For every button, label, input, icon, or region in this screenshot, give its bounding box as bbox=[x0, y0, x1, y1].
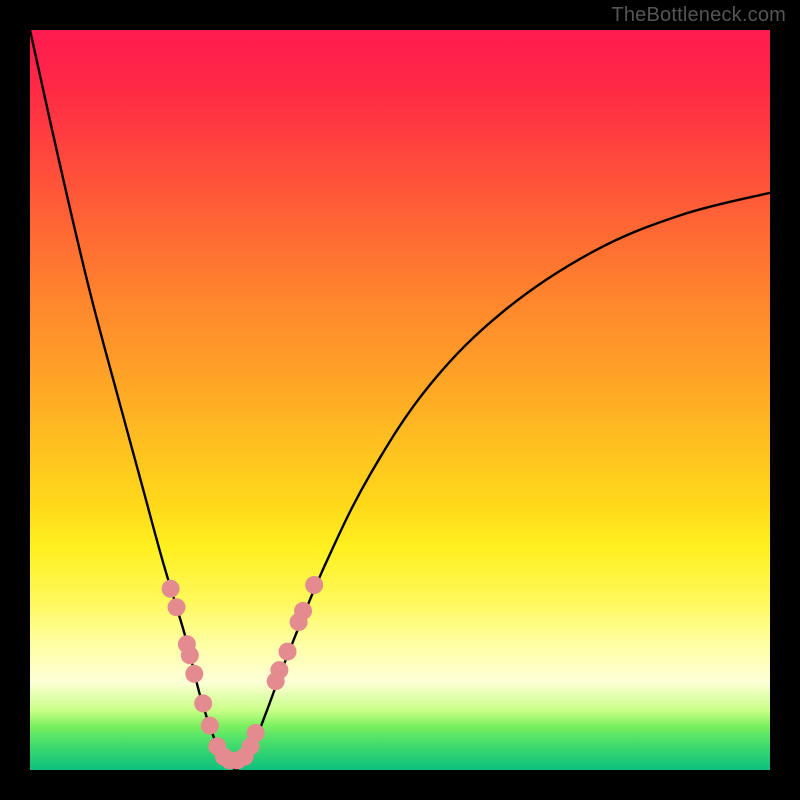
marker-point bbox=[270, 661, 288, 679]
chart-container: TheBottleneck.com bbox=[0, 0, 800, 800]
marker-point bbox=[185, 665, 203, 683]
marker-point bbox=[168, 598, 186, 616]
marker-point bbox=[305, 576, 323, 594]
marker-point bbox=[201, 717, 219, 735]
marker-point bbox=[194, 694, 212, 712]
plot-area bbox=[30, 30, 770, 770]
marker-point bbox=[162, 580, 180, 598]
curve-right-curve bbox=[237, 193, 770, 770]
chart-overlay bbox=[30, 30, 770, 770]
watermark-text: TheBottleneck.com bbox=[611, 4, 786, 27]
marker-point bbox=[247, 724, 265, 742]
marker-point bbox=[294, 602, 312, 620]
marker-point bbox=[279, 643, 297, 661]
marker-point bbox=[181, 646, 199, 664]
curve-left-curve bbox=[30, 30, 237, 770]
